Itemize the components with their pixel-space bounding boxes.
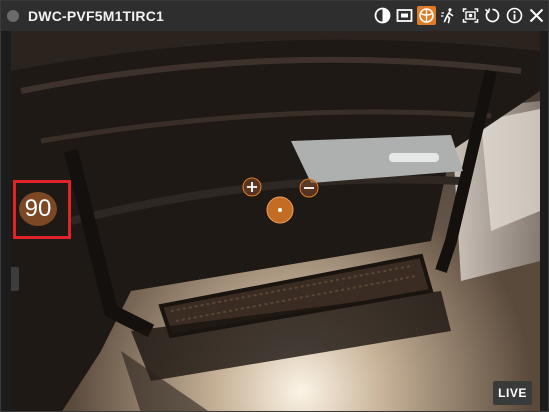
fisheye-icon	[419, 8, 434, 23]
motion-button[interactable]	[439, 6, 458, 25]
live-badge[interactable]: LIVE	[493, 381, 532, 405]
ptz-overlay	[242, 177, 319, 224]
close-icon	[529, 8, 544, 23]
refresh-button[interactable]	[483, 6, 502, 25]
refresh-icon	[485, 8, 500, 23]
snapshot-button[interactable]	[461, 6, 480, 25]
preset-button[interactable]: 90	[19, 192, 57, 226]
snapshot-icon	[462, 8, 479, 23]
motion-icon	[441, 8, 454, 24]
contrast-button[interactable]	[373, 6, 392, 25]
window-icon	[396, 9, 413, 22]
contrast-icon	[374, 7, 391, 24]
camera-video-feed[interactable]: 90 LIVE	[11, 31, 540, 411]
fisheye-button[interactable]	[417, 6, 436, 25]
left-pan-handle[interactable]	[11, 267, 19, 291]
zoom-out-button[interactable]	[299, 178, 319, 198]
info-button[interactable]	[505, 6, 524, 25]
ptz-joystick[interactable]	[266, 196, 294, 224]
close-button[interactable]	[527, 6, 546, 25]
zoom-in-button[interactable]	[242, 177, 262, 197]
info-icon	[506, 7, 523, 24]
window-button[interactable]	[395, 6, 414, 25]
camera-title: DWC-PVF5M1TIRC1	[28, 8, 165, 24]
viewer-toolbar	[373, 6, 546, 25]
viewer-titlebar: DWC-PVF5M1TIRC1	[1, 1, 548, 31]
camera-viewer: DWC-PVF5M1TIRC1 90 LIVE	[0, 0, 549, 412]
preset-number: 90	[24, 195, 52, 222]
connection-status-dot	[7, 10, 19, 22]
